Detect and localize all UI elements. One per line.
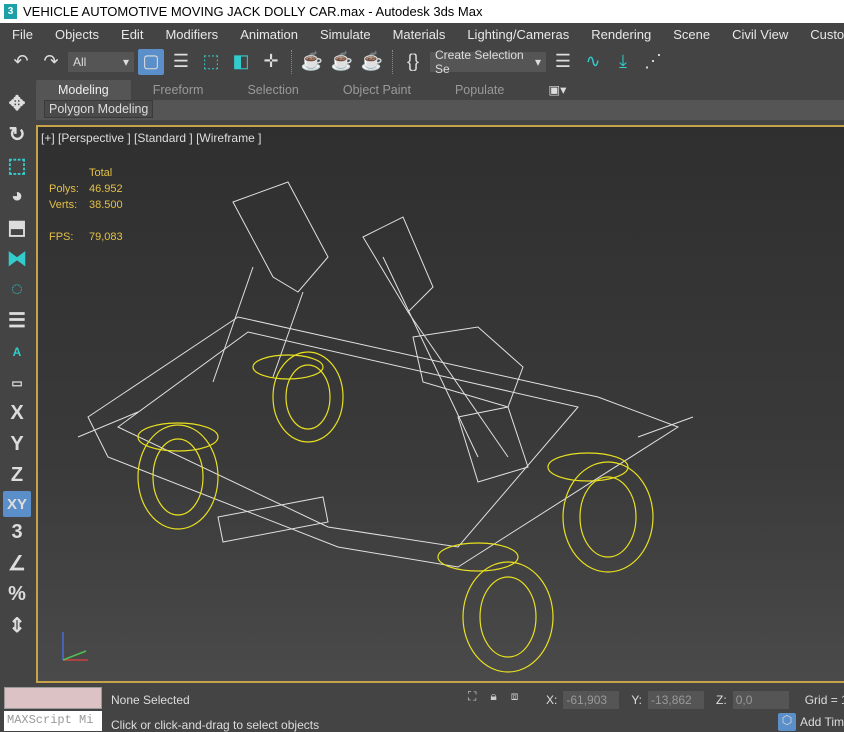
mirror-icon[interactable]: ⧓ bbox=[0, 243, 34, 274]
grid-size: Grid = 10 bbox=[804, 693, 844, 707]
menu-simulate[interactable]: Simulate bbox=[308, 27, 381, 42]
chevron-down-icon: ▾ bbox=[122, 54, 129, 69]
place-icon[interactable]: ◕ bbox=[0, 181, 34, 212]
snapshot-icon[interactable]: A bbox=[0, 336, 34, 367]
title-bar: 3 VEHICLE AUTOMOTIVE MOVING JACK DOLLY C… bbox=[0, 0, 844, 23]
caster-wheels bbox=[137, 351, 654, 673]
array-icon[interactable]: ◌ bbox=[0, 274, 34, 305]
axis-y-button[interactable]: Y bbox=[0, 429, 34, 460]
menu-animation[interactable]: Animation bbox=[228, 27, 308, 42]
isolate-selection-icon[interactable]: ⛶ bbox=[468, 689, 476, 704]
ruler-icon[interactable]: ▭ bbox=[0, 367, 34, 398]
menu-custom[interactable]: Custom bbox=[798, 27, 844, 42]
prompt-text: Click or click-and-drag to select object… bbox=[111, 718, 320, 732]
add-time-tag-icon[interactable]: ⬡ bbox=[778, 713, 796, 731]
menu-scene[interactable]: Scene bbox=[661, 27, 720, 42]
x-label: X: bbox=[546, 693, 558, 707]
import-icon[interactable]: ⤓ bbox=[610, 49, 636, 75]
menu-materials[interactable]: Materials bbox=[381, 27, 456, 42]
mini-listener[interactable] bbox=[4, 687, 102, 709]
y-label: Y: bbox=[631, 693, 643, 707]
dolly-wireframe-model bbox=[62, 181, 694, 673]
menu-civil-view[interactable]: Civil View bbox=[720, 27, 798, 42]
menu-objects[interactable]: Objects bbox=[43, 27, 109, 42]
selection-set-value: Create Selection Se bbox=[435, 47, 524, 76]
tab-object-paint[interactable]: Object Paint bbox=[321, 80, 433, 100]
absolute-mode-icon[interactable]: ⧈ bbox=[511, 689, 519, 704]
axis-z-button[interactable]: Z bbox=[0, 460, 34, 491]
menu-rendering[interactable]: Rendering bbox=[579, 27, 661, 42]
render-icon[interactable]: ☕ bbox=[359, 49, 385, 75]
window-title: VEHICLE AUTOMOTIVE MOVING JACK DOLLY CAR… bbox=[23, 4, 483, 19]
layer-explorer-icon[interactable]: ☰ bbox=[550, 49, 576, 75]
x-coordinate-field[interactable]: -61,903 bbox=[563, 691, 620, 709]
rectangular-selection-icon[interactable]: ⬚ bbox=[198, 49, 224, 75]
divider bbox=[291, 49, 292, 74]
window-crossing-icon[interactable]: ◧ bbox=[228, 49, 254, 75]
center-plate bbox=[457, 406, 529, 483]
selection-filter-value: All bbox=[73, 54, 87, 69]
y-coordinate-field[interactable]: -13,862 bbox=[648, 691, 705, 709]
move-icon[interactable]: ✛ bbox=[258, 49, 284, 75]
curve-editor-icon[interactable]: ∿ bbox=[580, 49, 606, 75]
selection-set-dropdown[interactable]: Create Selection Se ▾ bbox=[430, 48, 546, 76]
select-by-name-icon[interactable]: ☰ bbox=[168, 49, 194, 75]
scale-icon[interactable]: ⬚ bbox=[0, 150, 34, 181]
redo-icon[interactable]: ↷ bbox=[38, 49, 64, 75]
axis-gizmo bbox=[62, 632, 88, 661]
z-label: Z: bbox=[716, 693, 727, 707]
script-icon[interactable]: {} bbox=[400, 49, 426, 75]
render-setup-icon[interactable]: ☕ bbox=[299, 49, 325, 75]
render-frame-icon[interactable]: ☕ bbox=[329, 49, 355, 75]
move-icon[interactable]: ✥ bbox=[0, 88, 34, 119]
undo-icon[interactable]: ↶ bbox=[8, 49, 34, 75]
schematic-view-icon[interactable]: ⋰ bbox=[640, 49, 666, 75]
perspective-viewport[interactable]: [+] [Perspective ] [Standard ] [Wirefram… bbox=[36, 125, 844, 683]
polygon-modeling-button[interactable]: Polygon Modeling bbox=[44, 100, 154, 118]
menu-edit[interactable]: Edit bbox=[109, 27, 153, 42]
selection-filter-dropdown[interactable]: All ▾ bbox=[68, 51, 134, 72]
left-toolbar: ✥ ↻ ⬚ ◕ ⬒ ⧓ ◌ ☰ A ▭ X Y Z XY 3 ∠ % ⇕ bbox=[0, 88, 34, 684]
add-time-tag-button[interactable]: Add Time bbox=[800, 715, 844, 729]
selection-status: None Selected bbox=[111, 693, 190, 707]
status-bar: MAXScript Mi None Selected Click or clic… bbox=[0, 683, 844, 732]
menu-file[interactable]: File bbox=[0, 27, 43, 42]
z-coordinate-field[interactable]: 0,0 bbox=[732, 691, 789, 709]
tab-populate[interactable]: Populate bbox=[433, 80, 526, 100]
tab-modeling[interactable]: Modeling bbox=[36, 80, 131, 100]
chevron-down-icon: ▾ bbox=[534, 54, 541, 69]
left-handle-bracket bbox=[232, 181, 329, 293]
angle-snap-icon[interactable]: ∠ bbox=[0, 548, 34, 579]
app-icon: 3 bbox=[4, 4, 17, 19]
menu-bar: File Objects Edit Modifiers Animation Si… bbox=[0, 23, 844, 45]
selection-lock-icon[interactable]: 🔒︎ bbox=[490, 689, 496, 704]
select-object-icon[interactable]: ▢ bbox=[138, 48, 164, 75]
axis-x-button[interactable]: X bbox=[0, 398, 34, 429]
menu-modifiers[interactable]: Modifiers bbox=[153, 27, 228, 42]
ribbon-tabs: Modeling Freeform Selection Object Paint… bbox=[36, 78, 844, 100]
tab-selection[interactable]: Selection bbox=[225, 80, 320, 100]
snap-toggle-button[interactable]: 3 bbox=[0, 517, 34, 548]
menu-lighting-cameras[interactable]: Lighting/Cameras bbox=[455, 27, 579, 42]
center-block bbox=[412, 326, 524, 408]
rotate-icon[interactable]: ↻ bbox=[0, 119, 34, 150]
main-toolbar: ↶ ↷ All ▾ ▢ ☰ ⬚ ◧ ✛ ☕ ☕ ☕ {} Create Selec… bbox=[0, 45, 844, 78]
frame-inner bbox=[117, 331, 579, 548]
percent-snap-icon[interactable]: % bbox=[0, 579, 34, 610]
ribbon-options-icon[interactable]: ▣▾ bbox=[526, 79, 588, 100]
maxscript-input[interactable]: MAXScript Mi bbox=[4, 711, 102, 731]
align-icon[interactable]: ⬒ bbox=[0, 212, 34, 243]
ribbon-panel: Polygon Modeling bbox=[36, 100, 844, 120]
divider bbox=[392, 49, 393, 74]
axis-xy-button[interactable]: XY bbox=[3, 491, 31, 517]
spinner-snap-icon[interactable]: ⇕ bbox=[0, 610, 34, 641]
right-handle-bracket bbox=[362, 216, 434, 313]
tab-freeform[interactable]: Freeform bbox=[131, 80, 226, 100]
align-objects-icon[interactable]: ☰ bbox=[0, 305, 34, 336]
